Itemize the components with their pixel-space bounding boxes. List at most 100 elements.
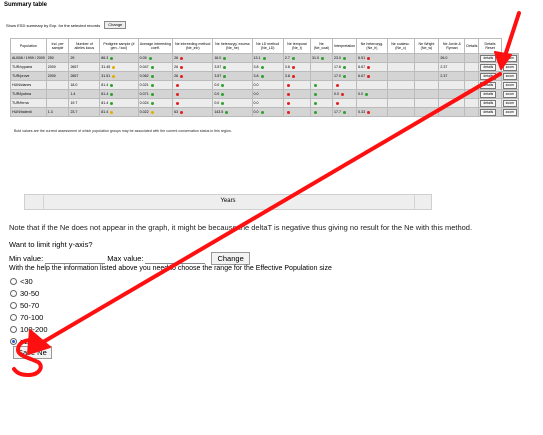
table-cell	[438, 80, 466, 90]
details-button[interactable]: details	[480, 90, 497, 98]
table-cell: 0.0	[212, 98, 253, 108]
details-button[interactable]: details	[480, 54, 497, 62]
zoom-button[interactable]: zoom	[502, 99, 517, 107]
table-cell: 0.0	[212, 80, 253, 90]
cell-value: 3.8	[253, 65, 259, 69]
status-dot-icon	[176, 101, 180, 105]
radio-option[interactable]: 100-200	[10, 323, 48, 335]
table-cell	[386, 89, 415, 99]
table-cell: 0.0	[356, 89, 388, 99]
cell-value: 3.8	[253, 74, 259, 78]
ne-range-radio-group: <30 30-50 50-70 70-100 100-200 >200	[10, 275, 48, 347]
zoom-button[interactable]: zoom	[502, 54, 517, 62]
table-cell: 31.45	[99, 62, 139, 72]
status-dot-icon	[112, 65, 116, 69]
status-dot-icon	[365, 92, 369, 96]
change-limit-button[interactable]: Change	[211, 252, 250, 265]
table-cell: 2000	[45, 71, 70, 81]
status-dot-icon	[223, 65, 227, 69]
table-cell: 26	[172, 62, 214, 72]
table-cell: 0.047	[137, 62, 174, 72]
table-cell	[464, 53, 480, 63]
min-label: Min value:	[9, 254, 44, 263]
status-dot-icon	[110, 92, 114, 96]
cell-value: 0.021	[139, 83, 149, 87]
table-cell	[310, 62, 333, 72]
table-cell	[356, 80, 388, 90]
status-dot-icon	[150, 74, 154, 78]
cell-value: 1.4	[70, 92, 76, 96]
status-dot-icon	[223, 74, 227, 78]
table-cell	[413, 107, 440, 117]
details-button[interactable]: details	[480, 108, 497, 116]
status-dot-icon	[221, 92, 225, 96]
status-dot-icon	[342, 110, 346, 114]
table-cell	[464, 80, 480, 90]
cell-value: 0.0	[253, 92, 259, 96]
table-cell	[356, 98, 388, 108]
zoom-button[interactable]: zoom	[502, 90, 517, 98]
table-cell: 2.37	[438, 62, 466, 72]
radio-button[interactable]	[10, 301, 17, 309]
status-dot-icon	[148, 56, 152, 60]
zoom-button[interactable]: zoom	[502, 81, 517, 89]
cell-value: 18.0	[70, 83, 78, 87]
table-cell: 1.3	[45, 107, 70, 117]
table-cell: 6.51	[356, 53, 388, 63]
table-cell	[45, 89, 70, 99]
zoom-cell: zoom	[500, 107, 520, 117]
radio-button[interactable]	[10, 337, 17, 345]
zoom-button[interactable]: zoom	[502, 63, 517, 71]
zoom-cell: zoom	[500, 98, 520, 108]
status-dot-icon	[314, 110, 317, 114]
zoom-button[interactable]: zoom	[502, 72, 517, 80]
cell-value: 23.0	[333, 56, 341, 60]
change-summary-button[interactable]: Change	[104, 21, 127, 29]
table-cell	[413, 71, 440, 81]
details-button[interactable]: details	[480, 63, 497, 71]
radio-button[interactable]	[10, 313, 17, 321]
zoom-button[interactable]: zoom	[502, 108, 517, 116]
max-value-input[interactable]	[145, 253, 206, 264]
radio-button[interactable]	[10, 325, 17, 333]
radio-option[interactable]: 70-100	[10, 311, 48, 323]
cell-value: 250	[47, 56, 54, 60]
status-dot-icon	[110, 56, 114, 60]
status-dot-icon	[110, 83, 114, 87]
status-dot-icon	[286, 83, 290, 87]
radio-option[interactable]: <30	[10, 275, 48, 287]
cell-value: 81.4	[101, 92, 109, 96]
radio-option[interactable]: 50-70	[10, 299, 48, 311]
column-header: Ne Jorde & Ryman	[438, 38, 466, 54]
cell-value: 26	[174, 56, 179, 60]
column-header: Ne LD method (Ne_LD)	[251, 38, 284, 54]
cell-value: 2.37	[440, 74, 448, 78]
table-cell	[172, 80, 214, 90]
status-dot-icon	[110, 101, 114, 105]
radio-button[interactable]	[10, 289, 17, 297]
details-button[interactable]: details	[480, 81, 497, 89]
summary-table: Population Ind. per sample Number of allel…	[10, 38, 520, 117]
table-cell: 26	[172, 71, 214, 81]
status-dot-icon	[180, 74, 184, 78]
table-cell	[172, 89, 214, 99]
details-button[interactable]: details	[480, 99, 497, 107]
cell-value: 26.0	[440, 56, 448, 60]
table-row: TUR/ferna 19.7 81.4 0.024 0.0 0.0 details zoom	[10, 98, 520, 108]
save-ne-button[interactable]: Save Ne	[13, 346, 52, 359]
table-row: TUR/lyubna 1.4 81.4 0.071 0.0 0.0 0.0 0.0 detail…	[10, 89, 520, 99]
table-cell: 18.0	[68, 80, 101, 90]
cell-value: 6.67	[358, 74, 366, 78]
table-cell: 0.0	[251, 89, 284, 99]
min-value-input[interactable]	[45, 253, 106, 264]
table-cell: 29	[68, 53, 101, 63]
table-cell: 17.6	[331, 62, 358, 72]
table-cell	[331, 98, 358, 108]
radio-option[interactable]: 30-50	[10, 287, 48, 299]
status-dot-icon	[150, 110, 154, 114]
details-button[interactable]: details	[480, 72, 497, 80]
radio-button[interactable]	[10, 277, 17, 285]
table-cell	[310, 107, 333, 117]
cell-value: 0.0	[253, 110, 259, 114]
status-dot-icon	[291, 65, 295, 69]
